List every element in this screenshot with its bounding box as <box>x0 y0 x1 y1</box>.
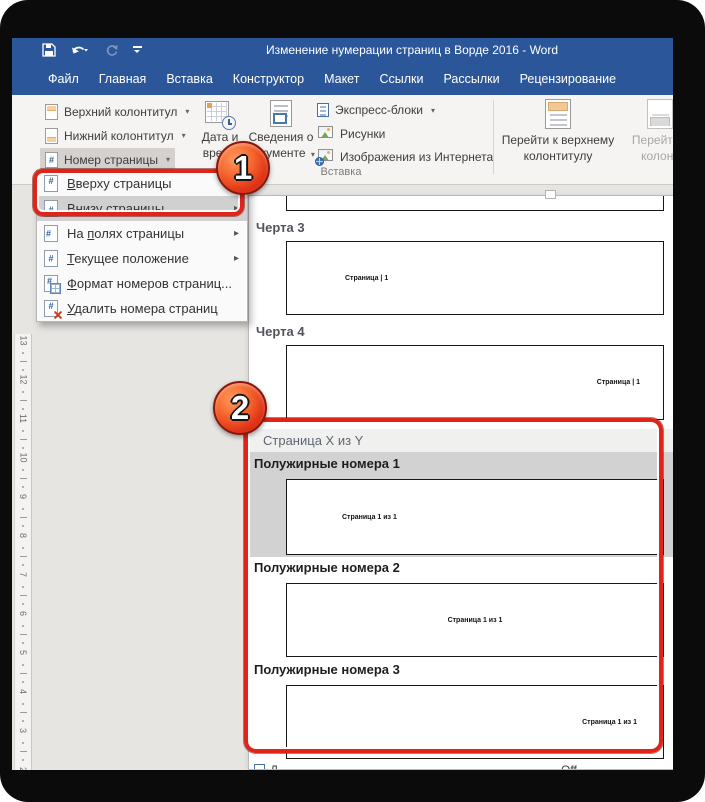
word-window: Изменение нумерации страниц в Ворде 2016… <box>12 38 673 770</box>
submenu-arrow-icon: ▸ <box>233 253 239 264</box>
menu-item-current-position[interactable]: Текущее положение ▸ <box>37 246 247 271</box>
menu-item-format-page-numbers[interactable]: Формат номеров страниц... <box>37 271 247 296</box>
chevron-down-icon: ▾ <box>430 105 435 115</box>
gallery-item-charta4[interactable]: Страница | 1 <box>286 345 664 420</box>
gallery-item-charta3[interactable]: Страница | 1 <box>286 241 664 315</box>
online-pictures-icon <box>315 149 334 166</box>
redo-icon[interactable] <box>105 44 118 57</box>
chevron-down-icon: ▾ <box>181 131 186 140</box>
format-page-numbers-icon <box>44 275 61 294</box>
goto-footer-button[interactable]: Перейти к колонт <box>620 99 673 164</box>
annotation-step-2: 2 <box>213 381 267 435</box>
footer-button[interactable]: Нижний колонтитул ▾ <box>40 124 191 147</box>
page-number-current-icon <box>44 250 58 267</box>
page-number-button[interactable]: Номер страницы ▾ <box>40 148 175 171</box>
ruler-mark: 12 <box>15 373 31 412</box>
date-time-icon <box>204 100 236 130</box>
annotation-rect-1 <box>33 169 244 216</box>
tab-file[interactable]: Файл <box>38 63 89 95</box>
gallery-preview-partial[interactable] <box>286 196 664 211</box>
gallery-item-label: Черта 4 <box>256 324 305 339</box>
tab-insert[interactable]: Вставка <box>156 63 222 95</box>
undo-icon[interactable] <box>71 44 90 56</box>
gallery-footer-clipped[interactable]: Д Off <box>249 763 673 769</box>
page-number-margin-icon <box>44 225 58 242</box>
page-number-icon <box>45 151 58 168</box>
tab-layout[interactable]: Макет <box>314 63 369 95</box>
header-button[interactable]: Верхний колонтитул ▾ <box>40 100 194 123</box>
screenshot-frame: Изменение нумерации страниц в Ворде 2016… <box>0 0 705 802</box>
goto-header-button[interactable]: Перейти к верхнему колонтитулу <box>498 99 618 164</box>
gallery-scroll-handle[interactable] <box>545 190 556 199</box>
tab-design[interactable]: Конструктор <box>223 63 314 95</box>
chevron-down-icon: ▾ <box>165 155 170 164</box>
menu-item-page-margins[interactable]: На полях страницы ▸ <box>37 221 247 246</box>
tab-mailings[interactable]: Рассылки <box>433 63 509 95</box>
title-bar: Изменение нумерации страниц в Ворде 2016… <box>12 38 673 63</box>
online-pictures-button[interactable]: Изображения из Интернета <box>315 149 493 166</box>
ruler-mark: 7 <box>15 568 31 607</box>
ruler-mark: 2 <box>15 763 31 770</box>
goto-footer-icon <box>647 99 673 129</box>
goto-header-icon <box>545 99 571 129</box>
chevron-down-icon: ▾ <box>310 149 315 159</box>
ruler-mark: 6 <box>15 607 31 646</box>
pictures-button[interactable]: Рисунки <box>317 126 385 141</box>
tab-review[interactable]: Рецензирование <box>510 63 627 95</box>
ruler-mark: 9 <box>15 490 31 529</box>
customize-qat-icon[interactable] <box>133 46 142 54</box>
save-icon[interactable] <box>42 43 56 57</box>
ruler-mark: 13 <box>15 334 31 373</box>
office-com-icon <box>254 764 265 769</box>
pictures-icon <box>317 126 334 141</box>
group-label-insert: Вставка <box>320 166 362 178</box>
ruler-mark: 11 <box>15 412 31 451</box>
chevron-down-icon: ▾ <box>185 107 190 116</box>
document-info-icon <box>270 100 292 127</box>
vertical-ruler: 13 12 11 10 9 8 7 6 5 4 3 2 <box>14 334 32 770</box>
submenu-arrow-icon: ▸ <box>233 228 239 239</box>
header-icon <box>45 103 58 120</box>
group-divider <box>493 100 494 174</box>
ruler-mark: 10 <box>15 451 31 490</box>
gallery-item-label: Черта 3 <box>256 220 305 235</box>
ribbon-tab-bar: Файл Главная Вставка Конструктор Макет С… <box>12 63 673 95</box>
tab-home[interactable]: Главная <box>89 63 157 95</box>
annotation-step-1: 1 <box>216 141 270 195</box>
ruler-mark: 3 <box>15 724 31 763</box>
quick-parts-icon <box>317 103 329 117</box>
tab-references[interactable]: Ссылки <box>369 63 433 95</box>
footer-icon <box>45 127 58 144</box>
ruler-mark: 4 <box>15 685 31 724</box>
annotation-rect-2 <box>244 418 663 753</box>
quick-parts-button[interactable]: Экспресс-блоки ▾ <box>317 103 435 117</box>
menu-item-remove-page-numbers[interactable]: Удалить номера страниц <box>37 296 247 321</box>
window-title: Изменение нумерации страниц в Ворде 2016… <box>265 43 559 57</box>
remove-page-numbers-icon <box>44 300 58 317</box>
ruler-mark: 8 <box>15 529 31 568</box>
ruler-mark: 5 <box>15 646 31 685</box>
quick-access-toolbar <box>42 42 142 58</box>
